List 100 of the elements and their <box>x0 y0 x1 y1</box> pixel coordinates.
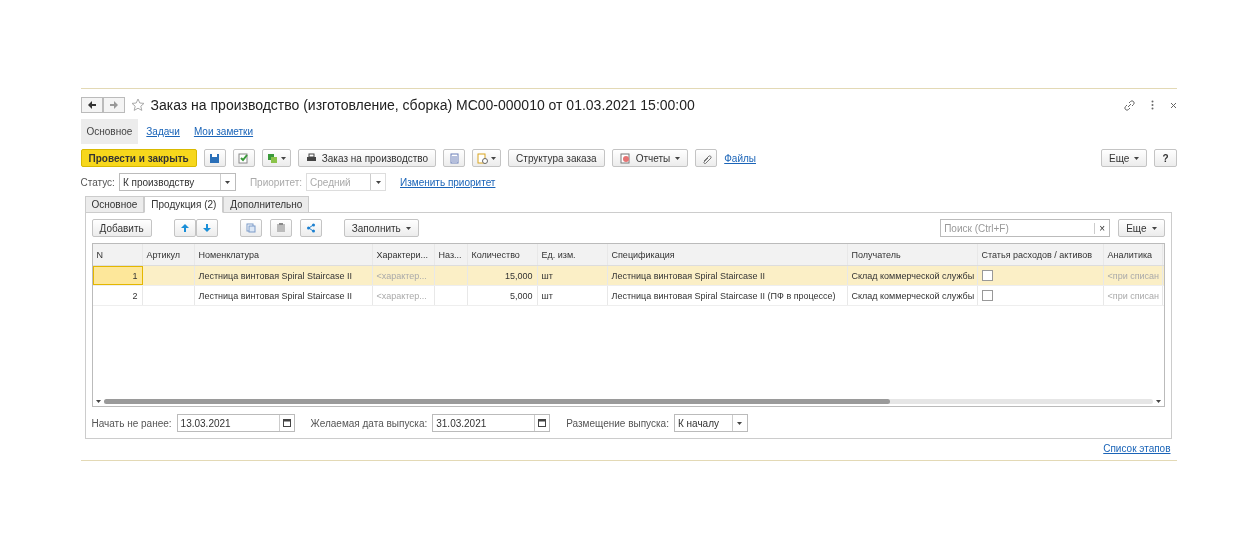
table-cell: 5,000 <box>509 290 533 301</box>
caret-icon <box>375 180 381 184</box>
checkbox[interactable] <box>981 270 993 281</box>
nav-tab[interactable]: Основное <box>80 118 139 144</box>
paste-button[interactable] <box>269 219 292 237</box>
close-icon[interactable] <box>1169 101 1177 109</box>
search-field[interactable]: Поиск (Ctrl+F) × <box>940 219 1111 237</box>
post-and-close-button[interactable]: Провести и закрыть <box>80 149 197 167</box>
icon-button[interactable] <box>232 149 255 167</box>
toolbar-button[interactable]: Структура заказа <box>508 149 605 167</box>
help-button[interactable]: ? <box>1154 149 1177 167</box>
field-label: Желаемая дата выпуска: <box>310 417 428 429</box>
table-cell: <при списан <box>1107 270 1160 281</box>
tab[interactable]: Продукция (2) <box>144 196 224 213</box>
column-header[interactable]: Количество <box>467 244 538 265</box>
date-field[interactable]: 13.03.2021 <box>176 414 295 432</box>
field-label: Начать не ранее: <box>91 417 172 429</box>
printer-icon <box>305 152 317 164</box>
tab[interactable]: Дополнительно <box>223 196 310 213</box>
table-cell: 1 <box>132 270 138 281</box>
more-button[interactable]: Еще <box>1118 219 1165 237</box>
column-header[interactable]: N <box>92 244 143 265</box>
caret-icon <box>225 180 231 184</box>
column-header[interactable]: Ед. изм. <box>537 244 608 265</box>
move-down-button[interactable] <box>195 219 218 237</box>
table-cell: Лестница винтовая Spiral Staircase II <box>198 290 353 301</box>
table-cell: Лестница винтовая Spiral Staircase II <box>198 270 353 281</box>
arrow-right-icon <box>108 100 119 110</box>
link-icon[interactable] <box>1123 99 1135 111</box>
caret-icon <box>675 156 681 160</box>
column-header[interactable]: Артикул <box>142 244 195 265</box>
report-icon <box>619 152 631 164</box>
add-button[interactable]: Добавить <box>91 219 152 237</box>
table-cell: Склад коммерческой службы <box>851 290 975 301</box>
nav-tab[interactable]: Мои заметки <box>187 118 260 144</box>
stages-list-link[interactable]: Список этапов <box>1103 443 1171 454</box>
clear-button[interactable]: × <box>1094 222 1110 234</box>
caret-icon <box>95 399 101 403</box>
menu-button[interactable]: Отчеты <box>611 149 689 167</box>
column-header[interactable]: Аналитика <box>1103 244 1163 265</box>
column-header[interactable]: Характери... <box>372 244 435 265</box>
window-title: Заказ на производство (изготовление, сборка) МС00-000010 от 01.03.2021 15:00:00 <box>150 97 696 113</box>
status-label: Статус: <box>80 176 115 188</box>
caret-icon <box>1151 226 1157 230</box>
column-header[interactable]: Спецификация <box>607 244 848 265</box>
table-cell: шт <box>541 270 553 281</box>
save-icon <box>209 152 221 164</box>
calendar-icon <box>538 419 547 427</box>
status-select[interactable]: К производству <box>118 173 236 191</box>
table-row[interactable]: 1 Лестница винтовая Spiral Staircase II <характер... 15,000 шт Лестница винтовая Spiral Staircase II Склад коммерческой службы <при списан <box>92 266 1164 286</box>
date-field[interactable]: 31.03.2021 <box>432 414 551 432</box>
tab[interactable]: Основное <box>84 196 145 213</box>
document-check-icon <box>238 152 250 164</box>
table-cell: 2 <box>132 290 138 301</box>
back-button[interactable] <box>80 97 103 113</box>
nav-tab[interactable]: Задачи <box>140 118 186 144</box>
caret-icon <box>280 156 286 160</box>
column-header[interactable]: Статья расходов / активов <box>977 244 1104 265</box>
icon-button[interactable] <box>695 149 718 167</box>
checkbox[interactable] <box>981 290 993 301</box>
change-priority-link[interactable]: Изменить приоритет <box>400 176 496 188</box>
clipboard-icon <box>275 223 286 233</box>
documents-icon <box>266 152 278 164</box>
move-up-button[interactable] <box>173 219 196 237</box>
table-cell: <характер... <box>376 270 427 281</box>
table-cell: 15,000 <box>504 270 533 281</box>
table-cell: Лестница винтовая Spiral Staircase II (ПФ в процессе) <box>611 290 836 301</box>
calendar-icon <box>282 419 291 427</box>
more-icon[interactable] <box>1150 100 1154 110</box>
arrow-left-icon <box>86 100 97 110</box>
table-cell: Лестница винтовая Spiral Staircase II <box>611 270 766 281</box>
icon-menu-button[interactable] <box>472 149 502 167</box>
table-cell: <характер... <box>376 290 427 301</box>
share-button[interactable] <box>299 219 322 237</box>
toolbar-button[interactable]: Заказ на производство <box>297 149 437 167</box>
field-label: Размещение выпуска: <box>566 417 669 429</box>
caret-icon <box>737 421 743 425</box>
document-icon <box>477 152 489 164</box>
caret-icon <box>1155 399 1161 403</box>
column-header[interactable]: Наз... <box>434 244 468 265</box>
icon-menu-button[interactable] <box>261 149 291 167</box>
table-cell: <при списан <box>1107 290 1160 301</box>
copy-icon <box>245 223 256 233</box>
table-cell: Склад коммерческой службы <box>851 270 975 281</box>
caret-icon <box>1134 156 1140 160</box>
fill-button[interactable]: Заполнить <box>343 219 419 237</box>
caret-icon <box>405 226 411 230</box>
column-header[interactable]: Получатель <box>847 244 978 265</box>
table-row[interactable]: 2 Лестница винтовая Spiral Staircase II <характер... 5,000 шт Лестница винтовая Spiral Staircase II (ПФ в процессе) Склад коммерческой службы <при списан <box>92 286 1164 306</box>
more-button[interactable]: Еще <box>1101 149 1148 167</box>
priority-label: Приоритет: <box>249 176 302 188</box>
copy-button[interactable] <box>239 219 262 237</box>
icon-button[interactable] <box>203 149 226 167</box>
select-field[interactable]: К началу <box>673 414 748 432</box>
table-cell: шт <box>541 290 553 301</box>
document-icon <box>448 152 460 164</box>
column-header[interactable]: Номенклатура <box>194 244 373 265</box>
files-link[interactable]: Файлы <box>724 152 756 164</box>
share-icon <box>305 223 316 233</box>
star-icon[interactable] <box>130 98 145 112</box>
